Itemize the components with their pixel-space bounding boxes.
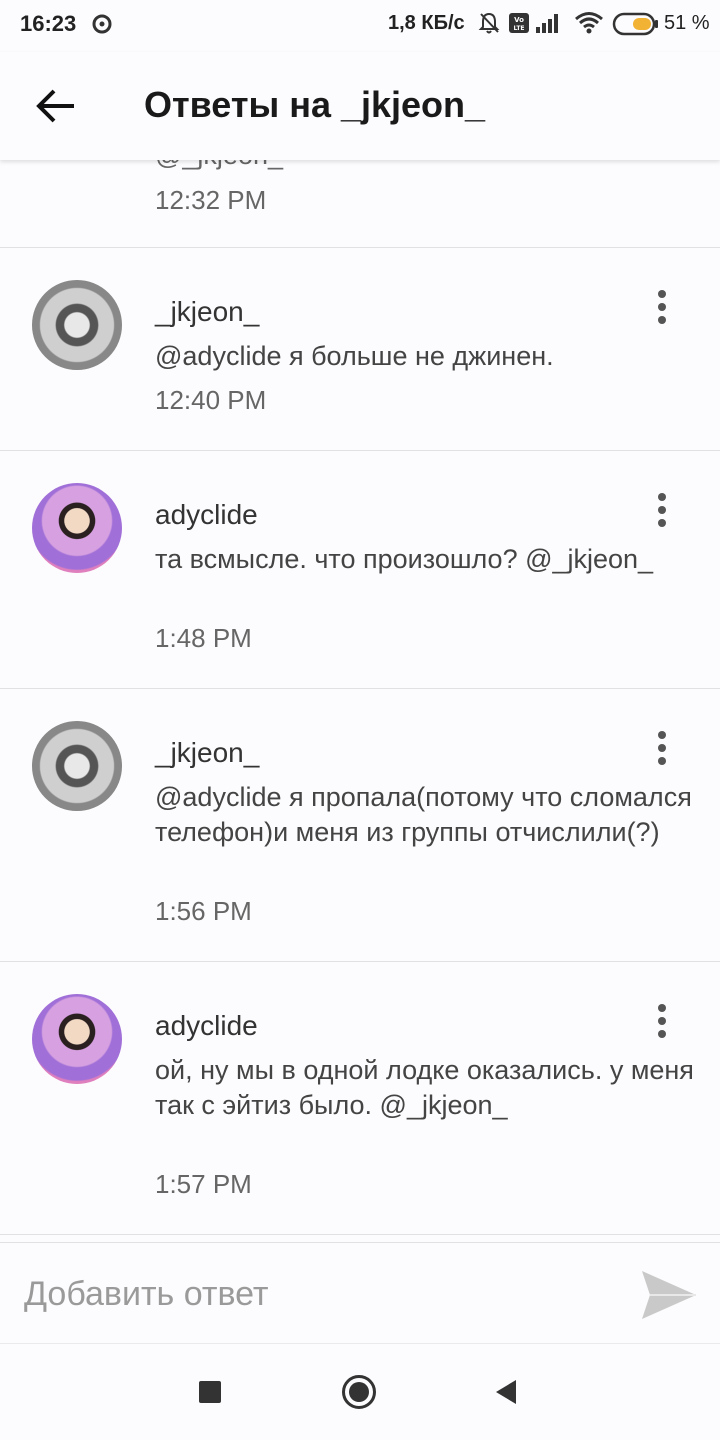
reply-item: _jkjeon_ @adyclide я больше не джинен. 1…	[0, 248, 720, 451]
reply-composer	[0, 1242, 720, 1344]
battery-percent: 51 %	[664, 12, 710, 34]
reply-time: 12:40 PM	[155, 385, 267, 415]
arrow-left-icon[interactable]	[34, 86, 78, 126]
reply-text: ой, ну мы в одной лодке оказались. у мен…	[155, 1055, 694, 1120]
reply-time: 12:32 PM	[155, 185, 267, 215]
more-options-icon[interactable]	[652, 731, 672, 767]
reply-text: та всмысле. что произошло? @_jkjeon_	[155, 544, 654, 574]
signal-icon	[536, 14, 558, 33]
reply-item: _jkjeon_ @adyclide я пропала(потому что …	[0, 689, 720, 962]
wifi-icon	[575, 12, 603, 34]
reply-author[interactable]: _jkjeon_	[155, 296, 259, 328]
system-nav-bar	[0, 1344, 720, 1440]
reply-mention[interactable]: @_jkjeon_	[155, 160, 283, 171]
reply-text: @adyclide я больше не джинен.	[155, 341, 554, 371]
reply-input[interactable]	[24, 1271, 604, 1317]
reply-time: 1:57 PM	[155, 1169, 252, 1199]
mute-icon	[478, 12, 500, 34]
recents-square-icon[interactable]	[198, 1380, 222, 1404]
reply-author[interactable]: _jkjeon_	[155, 737, 259, 769]
svg-text:Vo: Vo	[514, 16, 524, 24]
reply-author[interactable]: adyclide	[155, 499, 258, 531]
avatar[interactable]	[32, 280, 122, 370]
status-bar: 16:23 1,8 КБ/с Vo LTE 51 %	[0, 0, 720, 52]
more-options-icon[interactable]	[652, 493, 672, 529]
reply-item-partial: @_jkjeon_ 12:32 PM	[0, 160, 720, 248]
volte-icon: Vo LTE	[509, 13, 529, 33]
battery-icon	[612, 12, 658, 36]
avatar[interactable]	[32, 483, 122, 573]
reply-time: 1:48 PM	[155, 623, 252, 653]
network-speed: 1,8 КБ/с	[388, 12, 465, 34]
avatar[interactable]	[32, 994, 122, 1084]
reply-text: @adyclide я пропала(потому что сломался …	[155, 782, 692, 847]
status-time: 16:23	[20, 11, 77, 36]
app-bar: Ответы на _jkjeon_	[0, 52, 720, 160]
reply-item: adyclide та всмысле. что произошло? @_jk…	[0, 451, 720, 689]
avatar[interactable]	[32, 721, 122, 811]
page-title: Ответы на _jkjeon_	[144, 84, 486, 125]
send-icon[interactable]	[640, 1269, 698, 1321]
reply-author[interactable]: adyclide	[155, 1010, 258, 1042]
more-options-icon[interactable]	[652, 290, 672, 326]
reply-item: adyclide ой, ну мы в одной лодке оказали…	[0, 962, 720, 1235]
replies-list[interactable]: @_jkjeon_ 12:32 PM _jkjeon_ @adyclide я …	[0, 160, 720, 1242]
svg-text:LTE: LTE	[513, 25, 524, 32]
reply-time: 1:56 PM	[155, 896, 252, 926]
home-circle-icon[interactable]	[341, 1374, 377, 1410]
sync-icon	[92, 14, 112, 34]
back-triangle-icon[interactable]	[494, 1379, 518, 1405]
more-options-icon[interactable]	[652, 1004, 672, 1040]
